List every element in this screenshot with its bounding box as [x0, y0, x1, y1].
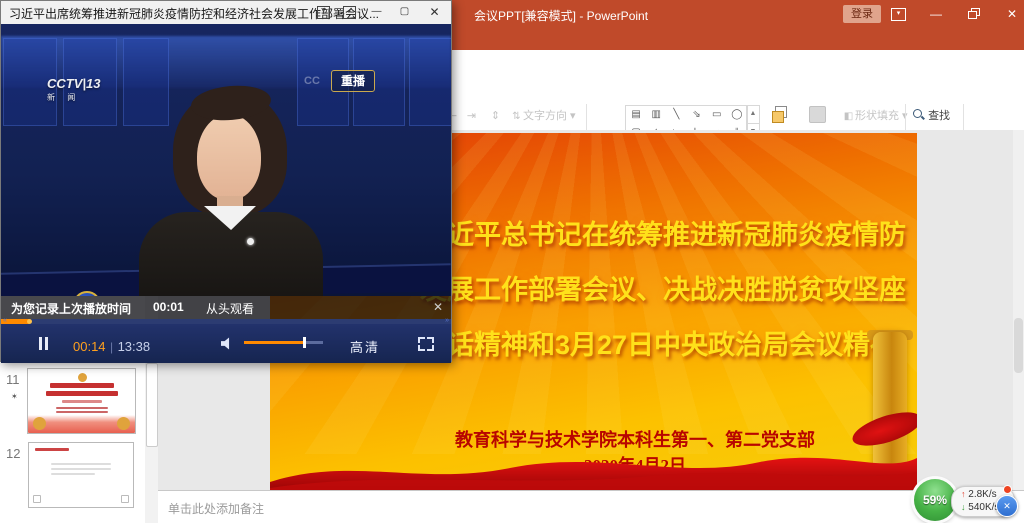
shape-fill-button[interactable]: ◧形状填充 ▾	[842, 107, 908, 123]
ppt-minimize-button[interactable]: —	[926, 5, 946, 23]
accelerator-close-button[interactable]: ✕	[996, 495, 1018, 517]
find-button[interactable]: 查找	[913, 107, 950, 123]
shape-arrow-icon[interactable]: ⇘	[686, 106, 706, 124]
video-maximize-button[interactable]: ▢	[397, 5, 412, 19]
download-arrow-icon: ↓	[961, 502, 966, 512]
replay-badge: 重播	[331, 70, 375, 92]
total-duration: 13:38	[118, 339, 151, 354]
shape-rect-icon[interactable]: ▭	[707, 106, 727, 124]
thumb-11-animation-star: ✶	[11, 392, 18, 401]
memory-ball-widget[interactable]: 59%	[914, 479, 956, 521]
shape-textbox-icon[interactable]: ▤	[626, 106, 646, 124]
video-titlebar[interactable]: 习近平出席统筹推进新冠肺炎疫情防控和经济社会发展工作部署会议... Ŧ ▪ — …	[1, 1, 451, 25]
video-close-button[interactable]: ✕	[427, 5, 442, 19]
text-direction-icon: ⇅	[510, 111, 523, 122]
thumbnail-scrollbar-thumb[interactable]	[146, 363, 158, 447]
volume-handle[interactable]	[303, 337, 306, 348]
skip-forward-icon[interactable]: »	[445, 317, 449, 324]
slide-scrollbar-thumb[interactable]	[1014, 318, 1023, 373]
notification-dot	[1003, 485, 1012, 494]
arrange-icon	[766, 106, 784, 122]
resume-label: 为您记录上次播放时间	[11, 300, 131, 317]
time-display: 00:14 | 13:38	[73, 338, 150, 356]
studio-monitor	[409, 38, 451, 126]
increase-indent-button[interactable]: ⇥	[463, 108, 480, 124]
studio-monitor	[123, 38, 169, 126]
shape-line-icon[interactable]: ╲	[666, 106, 686, 124]
upload-arrow-icon: ↑	[961, 489, 966, 499]
thumb-11-number: 11	[6, 372, 20, 387]
shape-oval-icon[interactable]: ◯	[727, 106, 747, 124]
resume-time: 00:01	[153, 300, 184, 314]
fullscreen-icon[interactable]	[418, 337, 434, 351]
screen: 会议PPT[兼容模式] - PowerPoint 登录 ▾ — ✕ 操作说明搜索…	[0, 0, 1024, 523]
ppt-window-title: 会议PPT[兼容模式] - PowerPoint	[474, 7, 648, 24]
cctv-watermark: CC	[304, 75, 320, 87]
slide-title-line-1: 习近平总书记在统筹推进新冠肺炎疫情防	[420, 213, 906, 252]
slide-title-line-2: 发展工作部署会议、决战决胜脱贫攻坚座	[420, 268, 906, 307]
video-minimize-button[interactable]: —	[369, 5, 384, 19]
slide-scrollbar[interactable]	[1013, 130, 1024, 490]
current-time: 00:14	[73, 339, 106, 354]
slide-11-thumbnail[interactable]	[27, 368, 136, 434]
pause-button[interactable]	[39, 337, 42, 350]
video-content[interactable]: CCTV|13 新 闻 CC 重播 新闻联播	[1, 24, 451, 296]
resume-overlay: 为您记录上次播放时间 00:01 从头观看 ✕	[1, 296, 451, 319]
red-silk-decoration	[270, 448, 917, 490]
notes-pane[interactable]	[158, 490, 1024, 523]
video-player-window[interactable]: 习近平出席统筹推进新冠肺炎疫情防控和经济社会发展工作部署会议... Ŧ ▪ — …	[0, 0, 452, 362]
volume-slider[interactable]	[244, 341, 323, 344]
ppt-close-button[interactable]: ✕	[1002, 5, 1022, 23]
pin-icon[interactable]: Ŧ	[317, 6, 330, 19]
ribbon-display-options-icon[interactable]: ▾	[891, 8, 906, 21]
ppt-restore-button[interactable]	[968, 8, 980, 19]
pause-button[interactable]	[45, 337, 48, 350]
notes-placeholder[interactable]: 单击此处添加备注	[168, 500, 264, 517]
skip-back-icon[interactable]: «	[3, 317, 7, 324]
thumb-12-number: 12	[6, 446, 20, 461]
quality-button[interactable]: 高清	[350, 337, 380, 356]
mini-mode-icon[interactable]: ▪	[343, 6, 356, 19]
slide-title-line-3: 讲话精神和3月27日中央政治局会议精神	[420, 323, 897, 362]
line-spacing-button[interactable]: ⇕	[487, 108, 504, 124]
volume-icon[interactable]	[221, 337, 234, 350]
shape-fill-icon: ◧	[842, 111, 855, 122]
volume-level	[244, 341, 304, 344]
upload-speed-row: ↑ 2.8K/s	[961, 489, 997, 500]
anchor-face	[197, 114, 261, 200]
restart-link[interactable]: 从头观看	[206, 300, 254, 317]
player-control-bar: 00:14 | 13:38 高清	[1, 324, 451, 363]
download-speed-row: ↓ 540K/s	[961, 502, 999, 513]
overlay-close-icon[interactable]: ✕	[433, 300, 443, 314]
slide-12-thumbnail[interactable]	[28, 442, 134, 508]
find-icon	[913, 109, 925, 121]
quick-styles-icon	[809, 106, 826, 123]
cctv13-logo: CCTV|13 新 闻	[47, 76, 101, 103]
login-button[interactable]: 登录	[843, 5, 881, 23]
shape-vtextbox-icon[interactable]: ▥	[646, 106, 666, 124]
anchor-brooch	[247, 238, 254, 245]
text-direction-button[interactable]: ⇅文字方向 ▾	[510, 107, 576, 123]
